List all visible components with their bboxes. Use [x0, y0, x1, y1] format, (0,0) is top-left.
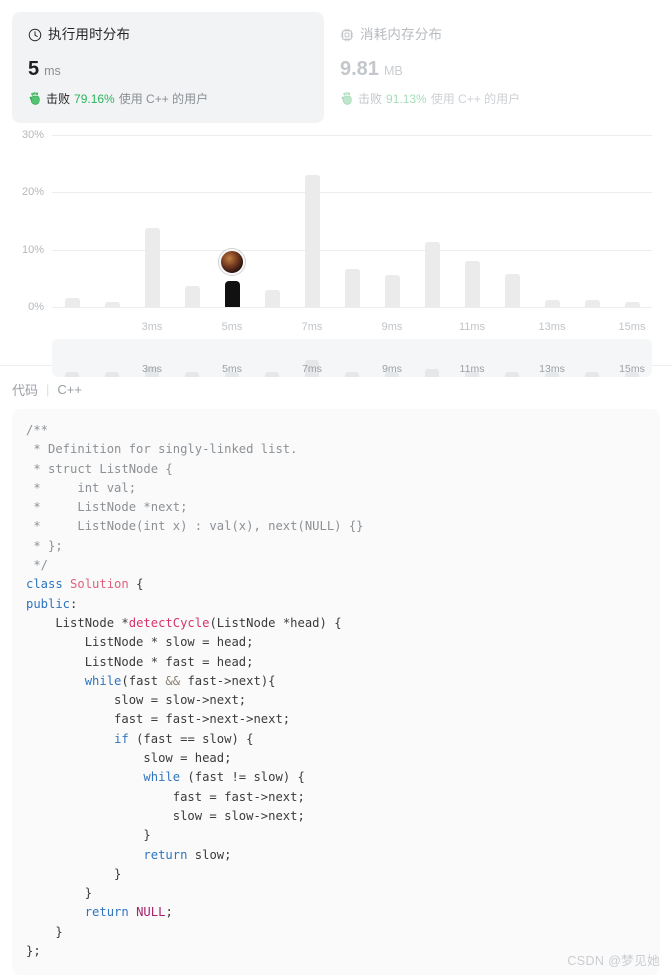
runtime-unit: ms [44, 64, 61, 78]
chart-x-axis-label: 9ms [381, 321, 403, 333]
chart-bar[interactable] [584, 299, 600, 307]
chart-bar[interactable] [384, 275, 400, 307]
chart-bar[interactable] [344, 268, 360, 307]
chart-x-axis-label: 7ms [301, 321, 323, 333]
memory-card-header: 消耗内存分布 [340, 26, 620, 44]
chart-x-axis-label: 3ms [141, 321, 163, 333]
brush-x-label: 9ms [382, 363, 402, 375]
chart-bar[interactable] [184, 285, 200, 307]
brush-x-label: 7ms [302, 363, 322, 375]
brush-bar [105, 372, 119, 377]
runtime-stat-card[interactable]: 执行用时分布 5 ms 击败 79.16% 使用 C++ 的用户 [12, 12, 324, 123]
memory-value: 9.81 [340, 58, 379, 80]
chart-bar[interactable] [464, 261, 480, 307]
brush-bar [425, 368, 439, 377]
chart-x-axis-label: 5ms [221, 321, 243, 333]
code-block[interactable]: /** * Definition for singly-linked list.… [12, 409, 660, 976]
memory-unit: MB [383, 64, 403, 78]
runtime-beat-row: 击败 79.16% 使用 C++ 的用户 [28, 91, 308, 107]
memory-beat-label: 击败 [358, 92, 383, 106]
chart-gridline [52, 307, 652, 308]
brush-bar [505, 372, 519, 377]
chart-gridline [52, 192, 652, 194]
clapping-hands-icon [340, 92, 354, 106]
brush-bar [345, 372, 359, 377]
runtime-beat-label: 击败 [46, 92, 71, 106]
chart-bar[interactable] [304, 175, 320, 307]
chart-bar[interactable] [264, 289, 280, 307]
chart-bar[interactable] [624, 302, 640, 307]
chart-plot-area: 0% 10% 20% 30% 3ms 5ms 7ms 9ms 11ms 13ms 15ms [22, 129, 652, 333]
memory-card-title: 消耗内存分布 [360, 27, 443, 42]
chart-bar[interactable] [104, 302, 120, 307]
memory-stat-card[interactable]: 消耗内存分布 9.81 MB 击败 91.13% 使用 C++ 的用户 [324, 12, 636, 123]
brush-x-label: 3ms [142, 363, 162, 375]
runtime-distribution-chart: 0% 10% 20% 30% 3ms 5ms 7ms 9ms 11ms 13ms 15ms 3ms 5… [0, 127, 672, 377]
chart-y-axis-label: 10% [21, 243, 44, 256]
chart-y-axis-label: 0% [28, 301, 44, 313]
chart-x-axis-label: 11ms [458, 321, 486, 333]
brush-bar [265, 372, 279, 377]
chart-y-axis-label: 20% [21, 186, 44, 199]
memory-value-row: 9.81 MB [340, 58, 620, 82]
chart-bar[interactable] [544, 299, 560, 307]
brush-x-label: 15ms [619, 363, 645, 375]
memory-chip-icon [340, 28, 354, 42]
chart-bar[interactable] [424, 242, 440, 307]
brush-x-label: 11ms [459, 363, 485, 375]
memory-beat-row: 击败 91.13% 使用 C++ 的用户 [340, 91, 620, 107]
brush-bar [65, 372, 79, 377]
brush-bar [185, 372, 199, 377]
runtime-card-title: 执行用时分布 [48, 27, 131, 42]
chart-bar[interactable] [504, 273, 520, 307]
chart-gridline [52, 249, 652, 251]
chart-brush-minimap[interactable]: 3ms 5ms 7ms 9ms 11ms 13ms 15ms [52, 339, 652, 377]
code-header-separator: | [46, 382, 50, 397]
memory-beat-tail: 使用 C++ 的用户 [430, 92, 521, 106]
memory-beat-percent: 91.13% [386, 92, 427, 106]
chart-gridline [52, 135, 652, 136]
clapping-hands-icon [28, 92, 42, 106]
runtime-beat-percent: 79.16% [74, 92, 115, 106]
runtime-card-header: 执行用时分布 [28, 26, 308, 44]
runtime-value-row: 5 ms [28, 58, 308, 82]
chart-x-axis-label: 15ms [618, 321, 646, 333]
chart-x-axis-label: 13ms [538, 321, 566, 333]
brush-x-label: 13ms [539, 363, 565, 375]
brush-x-label: 5ms [222, 363, 242, 375]
chart-bar[interactable] [64, 298, 80, 307]
clock-icon [28, 28, 42, 42]
stat-cards-row: 执行用时分布 5 ms 击败 79.16% 使用 C++ 的用户 消耗内存分布 … [0, 0, 672, 123]
code-language-label: C++ [57, 382, 82, 397]
chart-bar[interactable] [144, 227, 160, 307]
brush-bar [585, 372, 599, 377]
user-avatar-marker[interactable] [219, 249, 245, 276]
code-label: 代码 [12, 383, 39, 398]
watermark: CSDN @梦见她 [567, 954, 660, 968]
runtime-value: 5 [28, 58, 40, 80]
submission-stats-panel: 执行用时分布 5 ms 击败 79.16% 使用 C++ 的用户 消耗内存分布 … [0, 0, 672, 377]
runtime-beat-tail: 使用 C++ 的用户 [118, 92, 209, 106]
code-content: /** * Definition for singly-linked list.… [26, 423, 364, 959]
chart-y-axis-label: 30% [21, 129, 44, 141]
chart-bar-highlighted[interactable] [224, 281, 240, 307]
